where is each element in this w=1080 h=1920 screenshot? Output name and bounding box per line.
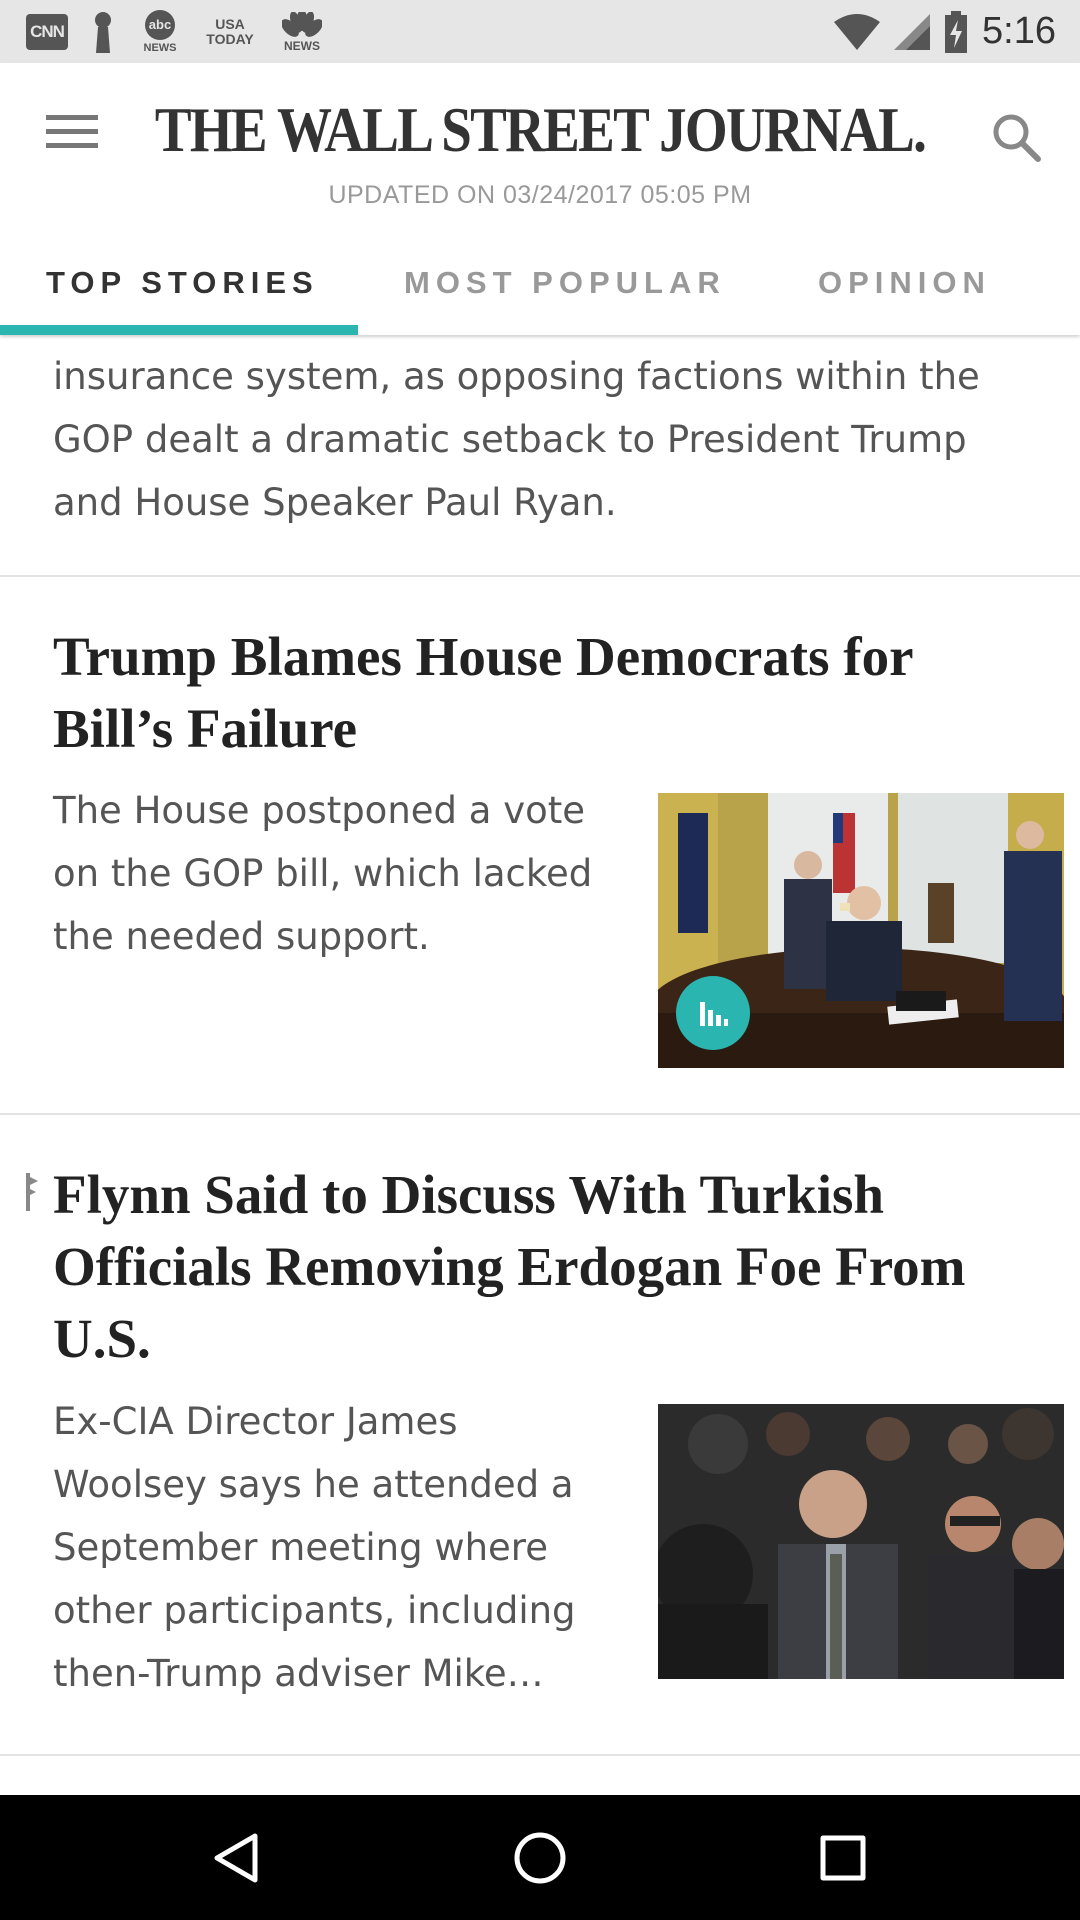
story-thumbnail-oval-office[interactable] [658, 793, 1064, 1068]
today-label: TODAY [206, 30, 254, 47]
story-headline[interactable]: Trump Blames House Democrats for Bill’s … [53, 621, 1033, 765]
abc-news-label: NEWS [143, 41, 177, 54]
headline-line: Flynn Said to Discuss With Turkish [53, 1164, 884, 1225]
nbc-news-label: NEWS [284, 38, 320, 53]
summary-line: Ex-CIA Director James [53, 1400, 458, 1443]
key-notification-icon [90, 11, 116, 53]
story-headline[interactable]: Flynn Said to Discuss With Turkish Offic… [53, 1159, 1033, 1375]
section-tabs: TOP STORIES MOST POPULAR OPINION [0, 235, 1080, 335]
divider [0, 1754, 1080, 1756]
system-nav-bar [0, 1795, 1080, 1920]
story-thumbnail-flynn[interactable] [658, 1404, 1064, 1679]
usa-label: USA [215, 15, 245, 32]
search-button[interactable] [990, 111, 1042, 163]
partial-story-summary[interactable]: insurance system, as opposing factions w… [53, 345, 1013, 534]
wifi-icon [834, 13, 881, 50]
summary-line: The House postponed a vote [53, 789, 586, 832]
app-header: THE WALL STREET JOURNAL. UPDATED ON 03/2… [0, 63, 1080, 335]
updated-timestamp: UPDATED ON 03/24/2017 05:05 PM [328, 181, 752, 209]
chart-icon [700, 1002, 728, 1026]
notification-icons: CNN abc NEWS USA TODAY NEWS [26, 7, 326, 57]
back-button[interactable] [207, 1828, 267, 1888]
signal-icon [894, 13, 931, 50]
status-bar: CNN abc NEWS USA TODAY NEWS 5:16 [0, 0, 1080, 63]
cnn-notification-icon: CNN [26, 13, 68, 50]
divider [0, 575, 1080, 577]
summary-line: Woolsey says he attended a [53, 1463, 574, 1506]
wsj-logo: THE WALL STREET JOURNAL. [154, 94, 927, 165]
summary-line: the needed support. [53, 915, 430, 958]
usa-today-notification-icon: USA TODAY [204, 17, 256, 46]
tab-top-stories[interactable]: TOP STORIES [46, 265, 319, 301]
tab-opinion[interactable]: OPINION [818, 265, 991, 301]
back-icon [214, 1833, 258, 1883]
summary-line: then-Trump adviser Mike… [53, 1652, 544, 1695]
headline-line: Bill’s Failure [53, 698, 358, 759]
active-tab-indicator [0, 325, 358, 335]
headline-line: Officials Removing Erdogan Foe From [53, 1236, 966, 1297]
summary-line: insurance system, as opposing factions w… [53, 355, 980, 398]
system-status: 5:16 [834, 0, 1056, 63]
story-summary[interactable]: Ex-CIA Director James Woolsey says he at… [53, 1390, 628, 1705]
divider [0, 1113, 1080, 1115]
home-icon [514, 1832, 566, 1884]
recents-button[interactable] [813, 1828, 873, 1888]
summary-line: other participants, including [53, 1589, 576, 1632]
recents-icon [820, 1835, 866, 1881]
battery-charging-icon [945, 10, 968, 53]
chart-badge[interactable] [676, 976, 750, 1050]
story-summary[interactable]: The House postponed a vote on the GOP bi… [53, 779, 628, 968]
headline-line: U.S. [53, 1308, 151, 1369]
home-button[interactable] [510, 1828, 570, 1888]
summary-line: GOP dealt a dramatic setback to Presiden… [53, 418, 967, 461]
summary-line: on the GOP bill, which lacked [53, 852, 593, 895]
status-clock: 5:16 [982, 10, 1056, 52]
flag-icon [26, 1173, 38, 1211]
nbc-news-notification-icon: NEWS [278, 7, 326, 57]
abc-news-notification-icon: abc NEWS [138, 7, 182, 57]
flynn-photo [658, 1404, 1064, 1679]
abc-logo: abc [145, 9, 175, 40]
search-icon [993, 114, 1041, 162]
summary-line: September meeting where [53, 1526, 548, 1569]
tab-most-popular[interactable]: MOST POPULAR [404, 265, 726, 301]
headline-line: Trump Blames House Democrats for [53, 626, 914, 687]
summary-line: and House Speaker Paul Ryan. [53, 481, 617, 524]
peacock-icon [282, 11, 322, 37]
